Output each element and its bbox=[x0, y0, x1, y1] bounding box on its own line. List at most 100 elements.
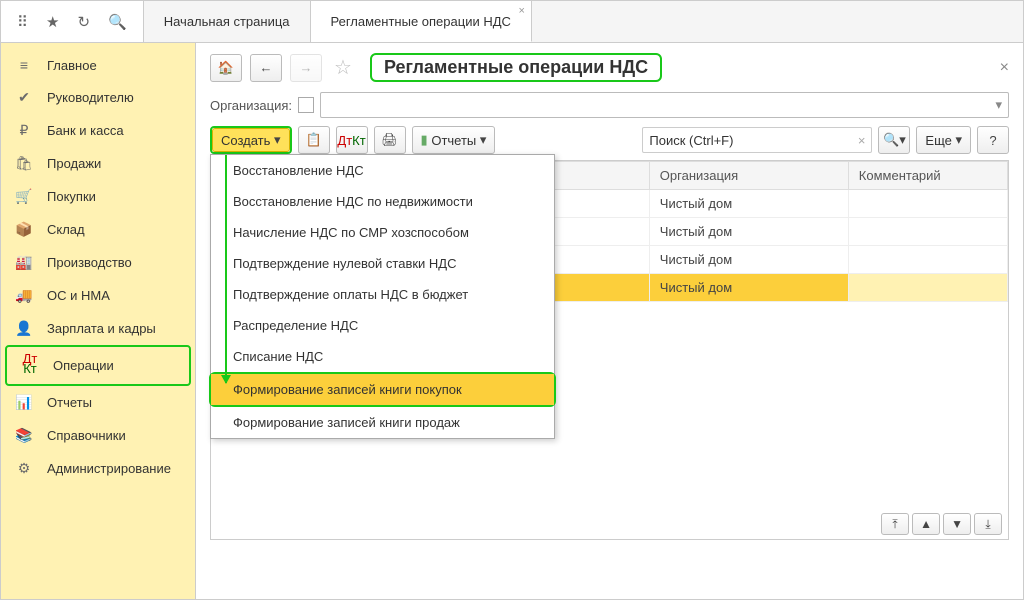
search-input[interactable]: Поиск (Ctrl+F) × bbox=[642, 127, 872, 153]
menu-item-4[interactable]: Подтверждение оплаты НДС в бюджет bbox=[211, 279, 554, 310]
sidebar-label: Операции bbox=[53, 358, 114, 373]
tab-close-icon[interactable]: × bbox=[518, 5, 524, 17]
sidebar-item-0[interactable]: ≡ Главное bbox=[1, 49, 195, 81]
sidebar-icon: ✔ bbox=[15, 89, 33, 106]
sidebar-item-6[interactable]: 🏭 Производство bbox=[1, 246, 195, 279]
sidebar-label: Производство bbox=[47, 255, 132, 270]
reports-button[interactable]: ▮ Отчеты ▾ bbox=[412, 126, 496, 154]
sidebar-item-10[interactable]: 📊 Отчеты bbox=[1, 386, 195, 419]
menu-item-6[interactable]: Списание НДС bbox=[211, 341, 554, 372]
page-title-wrap: Регламентные операции НДС bbox=[370, 53, 662, 82]
apps-icon[interactable]: ⠿ bbox=[17, 13, 28, 31]
menu-item-1[interactable]: Восстановление НДС по недвижимости bbox=[211, 186, 554, 217]
search-icon[interactable]: 🔍 bbox=[108, 13, 127, 31]
sidebar-icon: 👤 bbox=[15, 320, 33, 337]
menu-item-5[interactable]: Распределение НДС bbox=[211, 310, 554, 341]
sidebar-item-2[interactable]: ₽ Банк и касса bbox=[1, 114, 195, 147]
tab-home[interactable]: Начальная страница bbox=[144, 1, 311, 42]
sidebar-item-4[interactable]: 🛒 Покупки bbox=[1, 180, 195, 213]
sidebar-item-5[interactable]: 📦 Склад bbox=[1, 213, 195, 246]
forward-button[interactable]: → bbox=[290, 54, 322, 82]
menu-item-8[interactable]: Формирование записей книги продаж bbox=[211, 407, 554, 438]
org-dropdown[interactable]: ▾ bbox=[320, 92, 1009, 118]
sidebar-label: Склад bbox=[47, 222, 85, 237]
sidebar-item-1[interactable]: ✔ Руководителю bbox=[1, 81, 195, 114]
create-button[interactable]: Создать ▾ bbox=[212, 128, 290, 152]
toolbar: Создать ▾ 📋 ДтКт 🖨 ▮ Отчеты ▾ Поиск (Ctr… bbox=[210, 126, 1009, 154]
content: 🏠 ← → ☆ Регламентные операции НДС × Орга… bbox=[196, 43, 1023, 599]
nav-first[interactable]: ⤒ bbox=[881, 513, 909, 535]
search-clear-icon[interactable]: × bbox=[858, 133, 866, 148]
sidebar-label: Банк и касса bbox=[47, 123, 124, 138]
header-row: 🏠 ← → ☆ Регламентные операции НДС × bbox=[210, 53, 1009, 82]
history-icon[interactable]: ↻ bbox=[77, 13, 90, 31]
cell: Чистый дом bbox=[649, 218, 848, 246]
create-dropdown: Восстановление НДСВосстановление НДС по … bbox=[210, 154, 555, 439]
cell: Чистый дом bbox=[649, 190, 848, 218]
menu-item-3[interactable]: Подтверждение нулевой ставки НДС bbox=[211, 248, 554, 279]
nav-last[interactable]: ⤓ bbox=[974, 513, 1002, 535]
copy-button[interactable]: 📋 bbox=[298, 126, 330, 154]
sidebar-icon: 📚 bbox=[15, 427, 33, 444]
sidebar-label: Зарплата и кадры bbox=[47, 321, 156, 336]
sidebar-item-8[interactable]: 👤 Зарплата и кадры bbox=[1, 312, 195, 345]
nav-up[interactable]: ▲ bbox=[912, 513, 940, 535]
menu-item-0[interactable]: Восстановление НДС bbox=[211, 155, 554, 186]
sidebar-icon: 📦 bbox=[15, 221, 33, 238]
close-button[interactable]: × bbox=[1000, 59, 1009, 77]
sidebar-icon: ДтКт bbox=[21, 355, 39, 376]
favorite-icon[interactable]: ☆ bbox=[334, 55, 352, 80]
sidebar-item-12[interactable]: ⚙ Администрирование bbox=[1, 452, 195, 485]
sidebar-label: Отчеты bbox=[47, 395, 92, 410]
sidebar-label: Справочники bbox=[47, 428, 126, 443]
cell bbox=[848, 218, 1007, 246]
sidebar-icon: 🛍 bbox=[15, 155, 33, 172]
sidebar-item-11[interactable]: 📚 Справочники bbox=[1, 419, 195, 452]
sidebar-item-9[interactable]: ДтКт Операции bbox=[5, 345, 191, 386]
sidebar-icon: 🛒 bbox=[15, 188, 33, 205]
org-checkbox[interactable] bbox=[298, 97, 314, 113]
dtkt-button[interactable]: ДтКт bbox=[336, 126, 368, 154]
more-button[interactable]: Еще ▾ bbox=[916, 126, 971, 154]
org-label: Организация: bbox=[210, 98, 292, 113]
sidebar-icon: 📊 bbox=[15, 394, 33, 411]
search-placeholder: Поиск (Ctrl+F) bbox=[649, 133, 733, 148]
cell bbox=[848, 190, 1007, 218]
home-button[interactable]: 🏠 bbox=[210, 54, 242, 82]
annotation-arrow bbox=[225, 155, 227, 383]
top-icons: ⠿ ★ ↻ 🔍 bbox=[1, 1, 144, 42]
sidebar-icon: ₽ bbox=[15, 122, 33, 139]
create-button-wrap: Создать ▾ bbox=[210, 126, 292, 154]
cell bbox=[848, 274, 1007, 302]
cell: Чистый дом bbox=[649, 274, 848, 302]
table-nav: ⤒ ▲ ▼ ⤓ bbox=[881, 513, 1002, 535]
tab-home-label: Начальная страница bbox=[164, 14, 290, 29]
menu-item-7[interactable]: Формирование записей книги покупок bbox=[211, 374, 554, 405]
back-button[interactable]: ← bbox=[250, 54, 282, 82]
nav-down[interactable]: ▼ bbox=[943, 513, 971, 535]
sidebar-label: Главное bbox=[47, 58, 97, 73]
sidebar-icon: ≡ bbox=[15, 57, 33, 73]
sidebar-item-3[interactable]: 🛍 Продажи bbox=[1, 147, 195, 180]
sidebar: ≡ Главное ✔ Руководителю ₽ Банк и касса 🛍 Прода… bbox=[1, 43, 196, 599]
col-1[interactable]: Организация bbox=[649, 162, 848, 190]
cell bbox=[848, 246, 1007, 274]
help-button[interactable]: ? bbox=[977, 126, 1009, 154]
tab-active[interactable]: Регламентные операции НДС × bbox=[311, 1, 532, 42]
print-button[interactable]: 🖨 bbox=[374, 126, 406, 154]
menu-item-2[interactable]: Начисление НДС по СМР хозспособом bbox=[211, 217, 554, 248]
col-2[interactable]: Комментарий bbox=[848, 162, 1007, 190]
star-icon[interactable]: ★ bbox=[46, 13, 59, 31]
sidebar-label: Покупки bbox=[47, 189, 96, 204]
page-title: Регламентные операции НДС bbox=[384, 57, 648, 78]
sidebar-item-7[interactable]: 🚚ОС и НМА bbox=[1, 279, 195, 312]
org-filter-row: Организация: ▾ bbox=[210, 92, 1009, 118]
sidebar-icon: 🏭 bbox=[15, 254, 33, 271]
cell: Чистый дом bbox=[649, 246, 848, 274]
sidebar-label: Руководителю bbox=[47, 90, 134, 105]
sidebar-icon: ⚙ bbox=[15, 460, 33, 477]
sidebar-label: Продажи bbox=[47, 156, 101, 171]
find-button[interactable]: 🔍▾ bbox=[878, 126, 910, 154]
sidebar-label: Администрирование bbox=[47, 461, 171, 476]
sidebar-icon: 🚚 bbox=[15, 287, 33, 304]
